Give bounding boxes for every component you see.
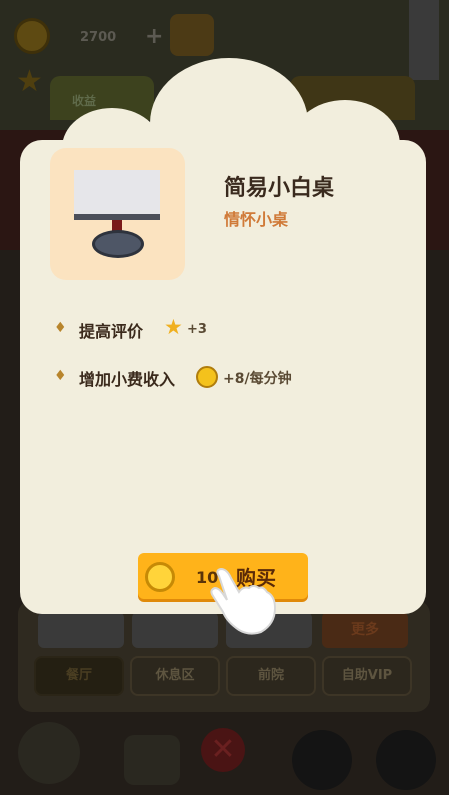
- box-icon[interactable]: [124, 735, 180, 785]
- lock-icon[interactable]: [292, 730, 352, 790]
- attribute-value: +8/每分钟: [223, 371, 292, 387]
- bullet-icon: ♦: [54, 320, 67, 336]
- coin-icon: [196, 366, 218, 388]
- pointing-hand-icon: [210, 567, 277, 635]
- tab-lounge[interactable]: 休息区: [130, 656, 220, 696]
- coin-icon: [14, 18, 50, 54]
- tab-front-yard[interactable]: 前院: [226, 656, 316, 696]
- star-icon: ★: [164, 315, 183, 339]
- attribute-label: 增加小费收入: [79, 370, 176, 389]
- income-tab-label: 收益: [72, 94, 97, 108]
- coin-balance: 2700: [80, 30, 117, 45]
- add-coins-button[interactable]: +: [145, 24, 163, 49]
- attribute-label: 提高评价: [79, 322, 144, 341]
- close-icon[interactable]: ✕: [201, 728, 245, 772]
- scene-door: [409, 0, 439, 80]
- shop-chest-icon[interactable]: [170, 14, 214, 56]
- item-name: 简易小白桌: [224, 176, 335, 201]
- attribute-value: +3: [187, 322, 207, 337]
- tab-self-service-vip[interactable]: 自助VIP: [322, 656, 412, 696]
- table-icon: [74, 170, 160, 220]
- star-icon: ★: [16, 64, 43, 99]
- more-button[interactable]: 更多: [322, 612, 408, 648]
- tab-restaurant[interactable]: 餐厅: [34, 656, 124, 696]
- bullet-icon: ♦: [54, 368, 67, 384]
- item-category: 情怀小桌: [224, 210, 289, 229]
- lock-icon[interactable]: [376, 730, 436, 790]
- table-base: [92, 230, 144, 258]
- locked-slot[interactable]: [38, 612, 124, 648]
- cart-icon[interactable]: [18, 722, 80, 784]
- coin-icon: [145, 562, 175, 592]
